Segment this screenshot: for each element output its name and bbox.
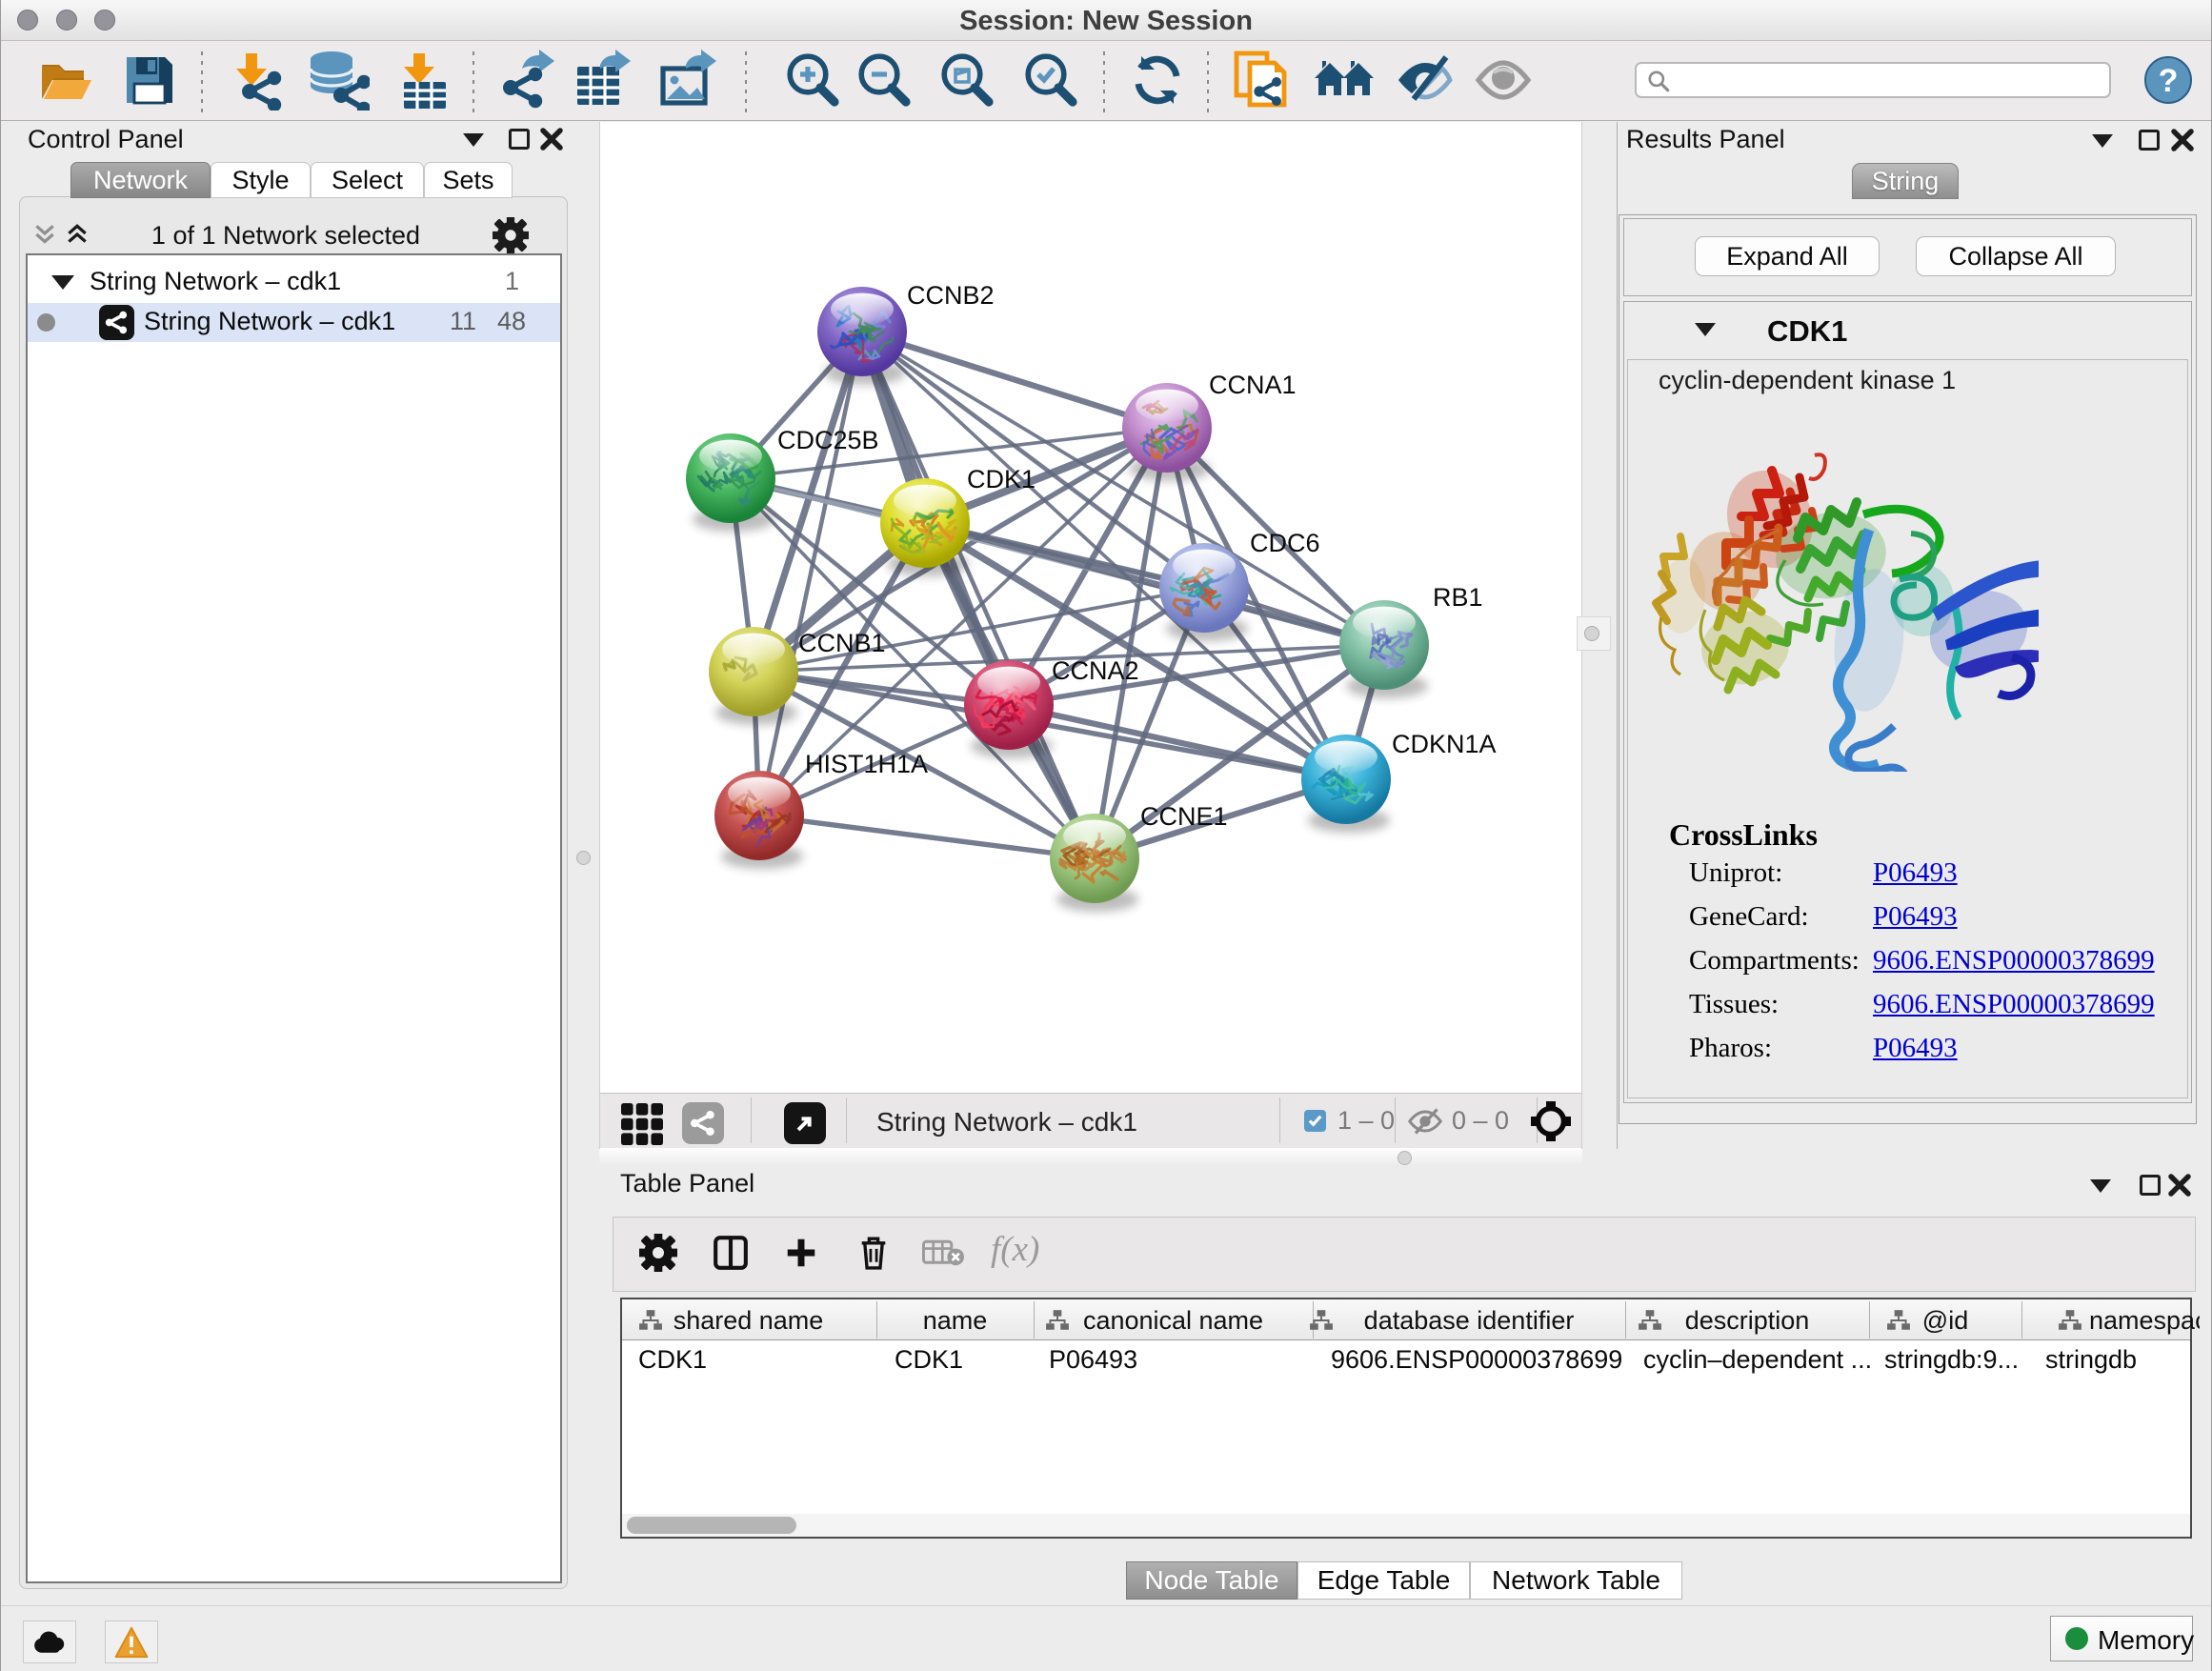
svg-text:CCNA2: CCNA2 — [1052, 656, 1139, 685]
svg-text:CCNB2: CCNB2 — [907, 281, 995, 310]
svg-text:CDKN1A: CDKN1A — [1392, 730, 1497, 758]
svg-text:CCNB1: CCNB1 — [798, 629, 886, 657]
svg-text:CDK1: CDK1 — [967, 465, 1036, 493]
svg-text:HIST1H1A: HIST1H1A — [805, 750, 928, 778]
svg-text:CDC6: CDC6 — [1250, 529, 1320, 557]
svg-text:CCNA1: CCNA1 — [1209, 371, 1297, 399]
svg-text:CCNE1: CCNE1 — [1140, 802, 1228, 831]
svg-text:CDC25B: CDC25B — [777, 426, 879, 454]
svg-text:RB1: RB1 — [1433, 583, 1483, 612]
